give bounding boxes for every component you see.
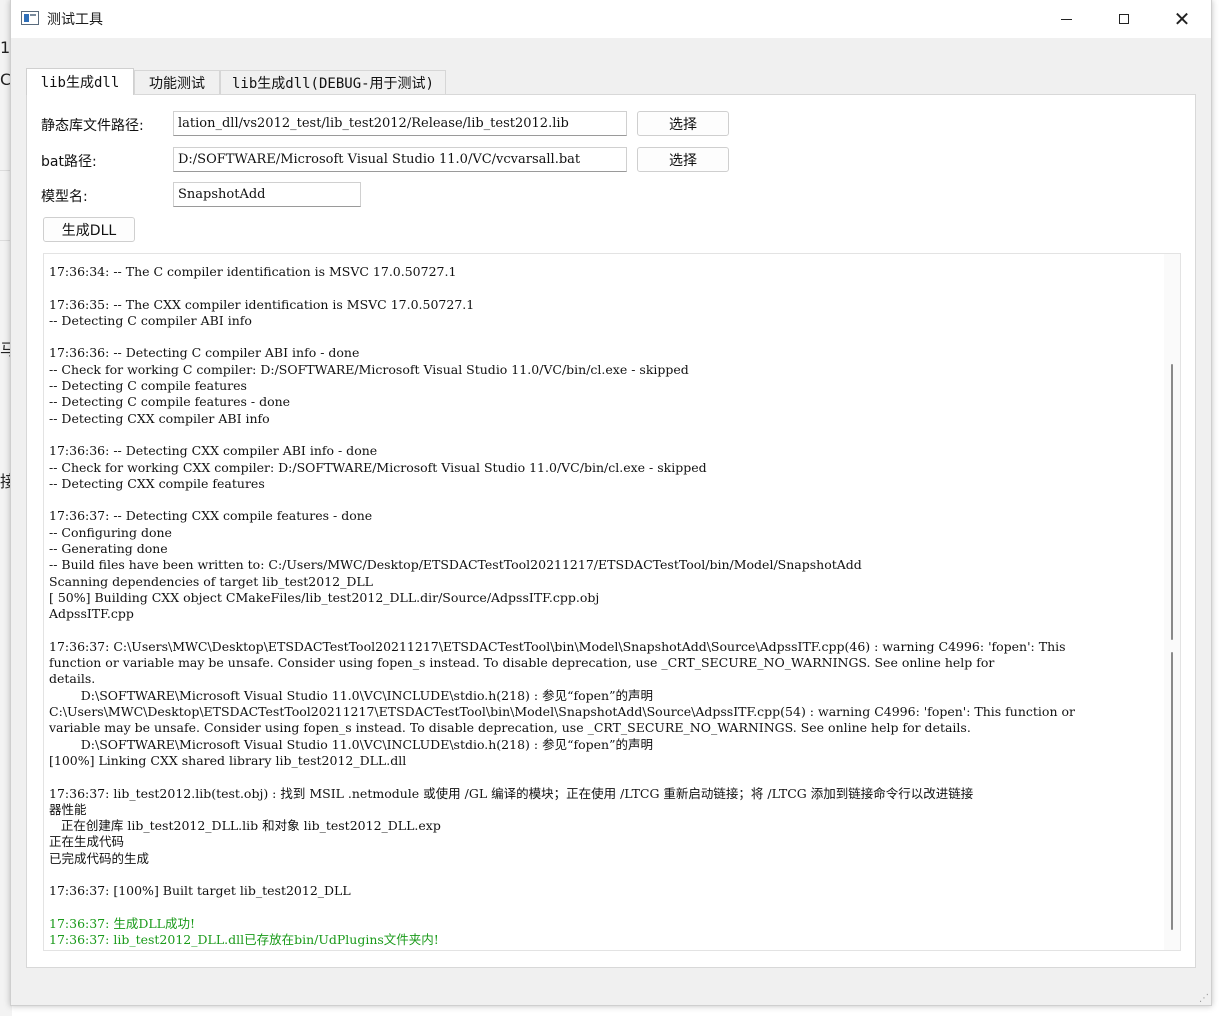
window-title: 测试工具: [47, 12, 103, 28]
log-line: C:\Users\MWC\Desktop\ETSDACTestTool20211…: [49, 704, 1075, 720]
log-line: -- Detecting C compile features - done: [49, 394, 291, 410]
log-line: 17:36:37: [100%] Built target lib_test20…: [49, 883, 351, 899]
log-line: D:\SOFTWARE\Microsoft Visual Studio 11.0…: [49, 687, 653, 703]
log-line: [ 50%] Building CXX object CMakeFiles/li…: [49, 589, 600, 605]
tab-function-test[interactable]: 功能测试: [134, 70, 220, 94]
log-line: -- Detecting C compiler ABI info: [49, 312, 252, 328]
log-line: 17:36:37: 生成DLL成功!: [49, 915, 195, 931]
log-line: 17:36:37: -- Detecting CXX compile featu…: [49, 508, 373, 524]
model-name-input[interactable]: SnapshotAdd: [173, 182, 361, 207]
log-output[interactable]: 17:36:34: -- The C compiler identificati…: [43, 253, 1181, 951]
tab-lib-to-dll-debug[interactable]: lib生成dll(DEBUG-用于测试): [220, 70, 446, 94]
log-line: details.: [49, 671, 96, 687]
log-line: 正在生成代码: [49, 834, 125, 850]
background-glyph: 1: [0, 38, 11, 57]
log-line: -- Detecting CXX compile features: [49, 475, 265, 491]
close-button[interactable]: ✕: [1153, 0, 1211, 38]
log-line: -- Detecting C compile features: [49, 378, 247, 394]
log-line: variable may be unsafe. Consider using f…: [49, 720, 971, 736]
log-line: Scanning dependencies of target lib_test…: [49, 573, 373, 589]
log-line: D:\SOFTWARE\Microsoft Visual Studio 11.0…: [49, 736, 653, 752]
test-tool-window: 测试工具 ✕ lib生成dll 功能测试 lib生成dll(DEBUG-用于测试…: [10, 0, 1212, 1006]
log-line: 正在创建库 lib_test2012_DLL.lib 和对象 lib_test2…: [49, 818, 441, 834]
tab-lib-to-dll[interactable]: lib生成dll: [26, 68, 134, 95]
model-name-label: 模型名:: [41, 189, 88, 205]
log-line: 17:36:36: -- Detecting C compiler ABI in…: [49, 345, 360, 361]
log-line: [100%] Linking CXX shared library lib_te…: [49, 752, 407, 768]
log-line: 17:36:36: -- Detecting CXX compiler ABI …: [49, 443, 378, 459]
log-line: -- Check for working C compiler: D:/SOFT…: [49, 361, 689, 377]
maximize-icon: [1119, 14, 1129, 24]
log-line: 17:36:35: -- The CXX compiler identifica…: [49, 296, 475, 312]
log-line: -- Check for working CXX compiler: D:/SO…: [49, 459, 707, 475]
close-icon: ✕: [1173, 7, 1191, 31]
resize-grip-icon[interactable]: ⋰: [1199, 993, 1209, 1004]
log-line: -- Configuring done: [49, 524, 172, 540]
generate-dll-button[interactable]: 生成DLL: [43, 217, 135, 242]
tab-pane-lib-to-dll: 静态库文件路径: lation_dll/vs2012_test/lib_test…: [26, 94, 1196, 968]
maximize-button[interactable]: [1095, 0, 1153, 38]
title-bar[interactable]: 测试工具 ✕: [11, 0, 1211, 38]
log-line: -- Detecting CXX compiler ABI info: [49, 410, 270, 426]
log-lines: 17:36:34: -- The C compiler identificati…: [49, 264, 1159, 948]
log-line: -- Generating done: [49, 541, 168, 557]
choose-bat-button[interactable]: 选择: [637, 147, 729, 172]
minimize-button[interactable]: [1037, 0, 1095, 38]
lib-path-input[interactable]: lation_dll/vs2012_test/lib_test2012/Rele…: [173, 111, 627, 136]
lib-path-label: 静态库文件路径:: [41, 118, 144, 134]
log-scrollbar-thumb[interactable]: [1171, 364, 1173, 640]
bat-path-label: bat路径:: [41, 154, 97, 170]
log-line: 已完成代码的生成: [49, 850, 150, 866]
choose-lib-button[interactable]: 选择: [637, 111, 729, 136]
log-line: 器性能: [49, 801, 87, 817]
log-line: function or variable may be unsafe. Cons…: [49, 655, 995, 671]
log-line: 17:36:37: lib_test2012.lib(test.obj) : 找…: [49, 785, 974, 801]
log-line: -- Build files have been written to: C:/…: [49, 557, 862, 573]
log-line: 17:36:34: -- The C compiler identificati…: [49, 264, 457, 279]
minimize-icon: [1060, 18, 1072, 20]
log-line: 17:36:37: lib_test2012_DLL.dll已存放在bin/Ud…: [49, 932, 439, 948]
bat-path-input[interactable]: D:/SOFTWARE/Microsoft Visual Studio 11.0…: [173, 147, 627, 172]
log-line: AdpssITF.cpp: [49, 606, 134, 622]
log-line: 17:36:37: C:\Users\MWC\Desktop\ETSDACTes…: [49, 638, 1066, 654]
log-scrollbar-track-lower[interactable]: [1171, 652, 1173, 930]
log-scrollbar[interactable]: [1164, 254, 1180, 950]
app-window-icon: [21, 11, 39, 25]
